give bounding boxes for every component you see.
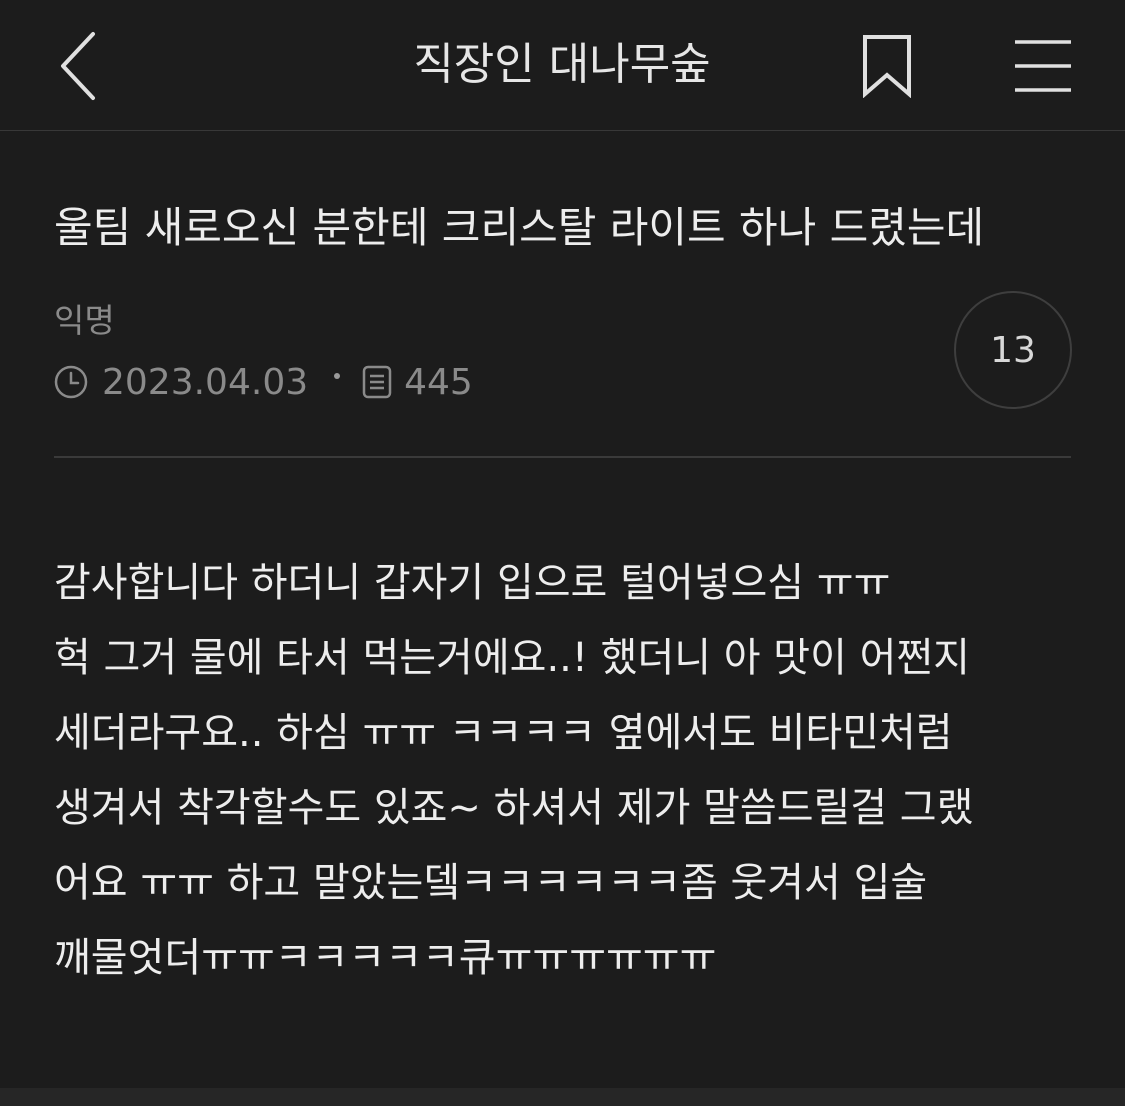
hamburger-menu-icon xyxy=(1015,40,1071,92)
post-body-line: 헉 그거 물에 타서 먹는거에요..! 했더니 아 맛이 어쩐지 xyxy=(54,635,970,681)
top-navigation-bar: 직장인 대나무숲 xyxy=(0,0,1125,131)
meta-separator-dot xyxy=(334,373,341,379)
comment-count: 13 xyxy=(990,329,1036,371)
post-meta: 2023.04.03 445 xyxy=(54,356,473,408)
post-body-line: 세더라구요.. 하심 ㅠㅠ ㅋㅋㅋㅋ 옆에서도 비타민처럼 xyxy=(54,710,953,756)
post-body-line: 감사합니다 하더니 갑자기 입으로 털어넣으심 ㅠㅠ xyxy=(54,560,891,606)
bottom-section-edge xyxy=(0,1088,1125,1106)
clock-icon xyxy=(54,365,88,399)
post-body-line: 깨물엇더ㅠㅠㅋㅋㅋㅋㅋ큐ㅠㅠㅠㅠㅠㅠ xyxy=(54,935,717,981)
chevron-left-icon xyxy=(61,32,95,100)
post-view-count: 445 xyxy=(404,361,473,403)
page-title: 직장인 대나무숲 xyxy=(413,39,711,90)
comment-count-button[interactable]: 13 xyxy=(954,291,1072,409)
back-button[interactable] xyxy=(44,24,114,108)
view-count-icon xyxy=(362,365,392,399)
post-date: 2023.04.03 xyxy=(102,361,309,403)
post-body: 감사합니다 하더니 갑자기 입으로 털어넣으심 ㅠㅠ 헉 그거 물에 타서 먹는… xyxy=(54,546,1084,996)
bookmark-button[interactable] xyxy=(852,26,922,106)
menu-button[interactable] xyxy=(1004,26,1082,106)
post-body-line: 생겨서 착각할수도 있죠~ 하셔서 제가 말씀드릴걸 그랬 xyxy=(54,785,974,831)
post-title: 울팀 새로오신 분한테 크리스탈 라이트 하나 드렸는데 xyxy=(54,203,985,252)
divider xyxy=(54,456,1071,458)
post-author: 익명 xyxy=(54,301,115,340)
bookmark-icon xyxy=(863,35,911,98)
post-body-line: 어요 ㅠㅠ 하고 말았는뎈ㅋㅋㅋㅋㅋㅋ좀 웃겨서 입술 xyxy=(54,860,928,906)
